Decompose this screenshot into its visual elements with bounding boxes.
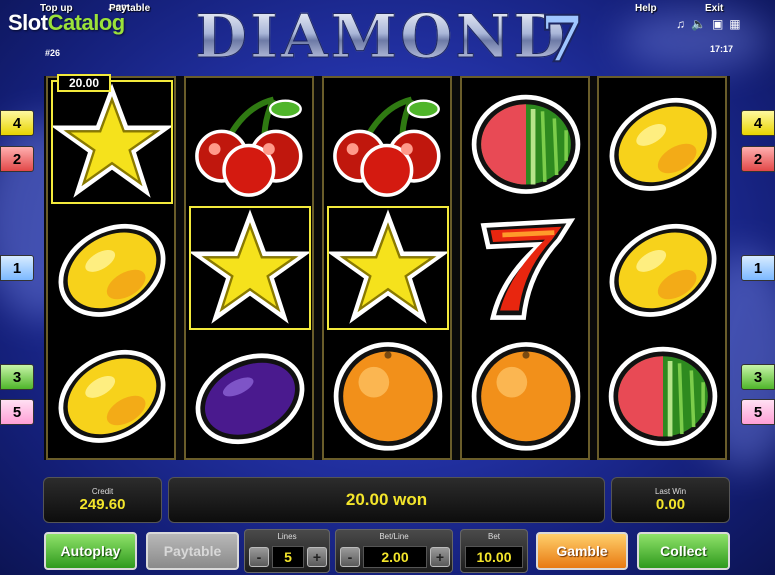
credit-panel: Credit 249.60 bbox=[43, 477, 162, 523]
fullscreen-icon[interactable]: ▦ bbox=[729, 17, 740, 31]
reel-2 bbox=[184, 76, 314, 460]
lines-label: Lines bbox=[277, 532, 297, 541]
plum-symbol bbox=[189, 332, 311, 456]
paytable-link[interactable]: Paytable bbox=[109, 3, 150, 14]
status-message: 20.00 won bbox=[345, 490, 428, 509]
lemon-symbol bbox=[51, 206, 173, 330]
line-marker-right-3: 3 bbox=[741, 364, 775, 390]
status-panel: 20.00 won bbox=[168, 477, 605, 523]
lines-increase-button[interactable]: + bbox=[307, 547, 327, 567]
autoplay-button[interactable]: Autoplay bbox=[44, 532, 137, 570]
reel-4 bbox=[460, 76, 590, 460]
exit-link[interactable]: Exit bbox=[705, 3, 723, 14]
line-marker-left-5: 5 bbox=[0, 399, 34, 425]
game-logo-seven: 7 bbox=[539, 1, 586, 78]
bet-label: Bet bbox=[487, 532, 500, 541]
game-logo-title: DIAMOND bbox=[194, 2, 569, 73]
seven-symbol bbox=[465, 206, 587, 330]
cherry-symbol bbox=[327, 80, 449, 204]
credit-label: Credit bbox=[91, 487, 114, 496]
collect-button[interactable]: Collect bbox=[637, 532, 730, 570]
game-number: #26 bbox=[45, 48, 61, 58]
reel-area bbox=[44, 76, 730, 460]
clock: 17:17 bbox=[710, 44, 734, 54]
top-up-link[interactable]: Top up bbox=[40, 3, 73, 14]
settings-icon[interactable]: ▣ bbox=[712, 17, 723, 31]
line-marker-left-1: 1 bbox=[0, 255, 34, 281]
line-marker-left-3: 3 bbox=[0, 364, 34, 390]
win-amount-badge: 20.00 bbox=[57, 74, 111, 92]
last-win-label: Last Win bbox=[654, 487, 687, 496]
utility-icons: ♫ 🔈 ▣ ▦ bbox=[676, 17, 741, 31]
bet-line-control: Bet/Line - 2.00 + bbox=[335, 529, 453, 573]
orange-symbol bbox=[327, 332, 449, 456]
line-marker-right-1: 1 bbox=[741, 255, 775, 281]
watermelon-symbol bbox=[602, 332, 724, 456]
reel-5 bbox=[597, 76, 727, 460]
bet-line-decrease-button[interactable]: - bbox=[340, 547, 360, 567]
sound-icon[interactable]: 🔈 bbox=[691, 17, 706, 31]
gamble-button[interactable]: Gamble bbox=[536, 532, 628, 570]
credit-value: 249.60 bbox=[79, 496, 126, 513]
lines-decrease-button[interactable]: - bbox=[249, 547, 269, 567]
lemon-symbol bbox=[602, 80, 724, 204]
line-marker-right-5: 5 bbox=[741, 399, 775, 425]
help-link[interactable]: Help bbox=[635, 3, 657, 14]
orange-symbol bbox=[465, 332, 587, 456]
paytable-button[interactable]: Paytable bbox=[146, 532, 239, 570]
star-symbol bbox=[327, 206, 449, 330]
lines-control: Lines - 5 + bbox=[244, 529, 330, 573]
lines-value: 5 bbox=[272, 546, 304, 568]
bet-value: 10.00 bbox=[465, 546, 523, 568]
reel-1 bbox=[46, 76, 176, 460]
line-marker-left-2: 2 bbox=[0, 146, 34, 172]
star-symbol bbox=[189, 206, 311, 330]
line-marker-left-4: 4 bbox=[0, 110, 34, 136]
music-icon[interactable]: ♫ bbox=[676, 17, 685, 31]
line-marker-right-2: 2 bbox=[741, 146, 775, 172]
bet-line-label: Bet/Line bbox=[379, 532, 409, 541]
star-symbol bbox=[51, 80, 173, 204]
lemon-symbol bbox=[51, 332, 173, 456]
bet-line-value: 2.00 bbox=[363, 546, 427, 568]
bet-line-increase-button[interactable]: + bbox=[430, 547, 450, 567]
last-win-panel: Last Win 0.00 bbox=[611, 477, 730, 523]
last-win-value: 0.00 bbox=[655, 496, 686, 513]
reel-3 bbox=[322, 76, 452, 460]
watermelon-symbol bbox=[465, 80, 587, 204]
lemon-symbol bbox=[602, 206, 724, 330]
line-marker-right-4: 4 bbox=[741, 110, 775, 136]
bet-control: Bet 10.00 bbox=[460, 529, 528, 573]
cherry-symbol bbox=[189, 80, 311, 204]
